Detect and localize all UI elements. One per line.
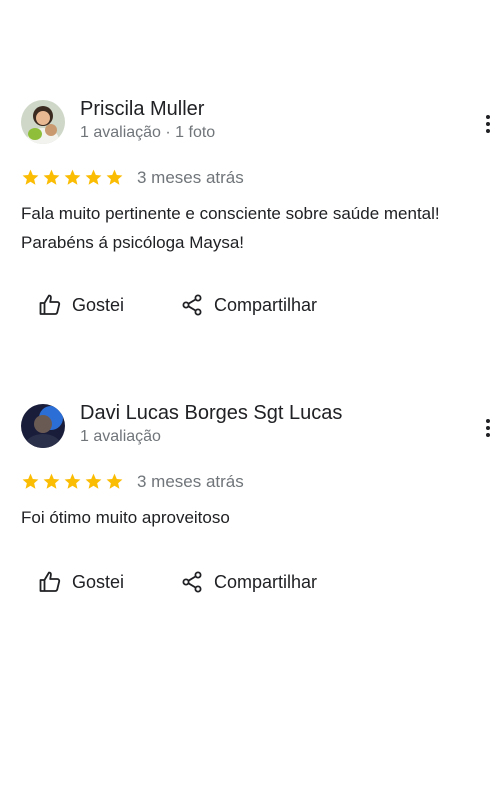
star-icon (64, 473, 81, 489)
like-label: Gostei (72, 294, 125, 315)
star-icon (85, 473, 102, 489)
thumb-up-icon (38, 570, 62, 594)
avatar[interactable] (21, 404, 65, 448)
share-icon (180, 570, 204, 594)
avatar-photo-icon (21, 404, 65, 448)
share-icon (180, 293, 204, 317)
share-label: Compartilhar (214, 294, 318, 315)
avatar-photo-icon (21, 100, 65, 144)
review-date: 3 meses atrás (137, 168, 244, 187)
star-icon (106, 473, 123, 489)
share-button[interactable]: Compartilhar (180, 291, 317, 319)
share-button[interactable]: Compartilhar (180, 568, 317, 596)
more-vert-icon (486, 419, 490, 437)
star-rating (21, 470, 126, 492)
star-icon (85, 169, 102, 185)
star-icon (22, 473, 39, 489)
star-icon (64, 169, 81, 185)
reviewer-name[interactable]: Davi Lucas Borges Sgt Lucas (80, 400, 342, 426)
share-label: Compartilhar (214, 571, 318, 592)
more-options-button[interactable] (478, 112, 498, 136)
star-icon (22, 169, 39, 185)
review-text: Fala muito pertinente e consciente sobre… (21, 204, 440, 252)
thumb-up-icon (38, 293, 62, 317)
more-vert-icon (486, 115, 490, 133)
more-options-button[interactable] (478, 416, 498, 440)
review-text: Foi ótimo muito aproveitoso (21, 508, 230, 527)
star-icon (43, 473, 60, 489)
review-date: 3 meses atrás (137, 472, 244, 491)
star-rating (21, 166, 126, 188)
reviewer-name[interactable]: Priscila Muller (80, 96, 204, 122)
like-label: Gostei (72, 571, 125, 592)
like-button[interactable]: Gostei (38, 291, 124, 319)
reviewer-meta: 1 avaliação · 1 foto (80, 124, 216, 141)
like-button[interactable]: Gostei (38, 568, 124, 596)
reviewer-meta: 1 avaliação (80, 428, 161, 445)
star-icon (43, 169, 60, 185)
star-icon (106, 169, 123, 185)
avatar[interactable] (21, 100, 65, 144)
